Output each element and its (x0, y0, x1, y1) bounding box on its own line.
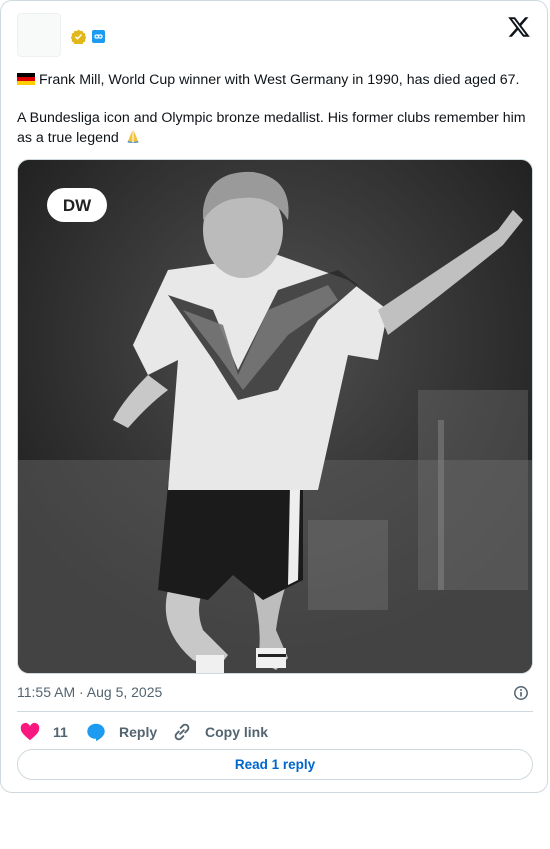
divider (17, 711, 533, 712)
read-replies-button[interactable]: Read 1 reply (17, 749, 533, 780)
reply-label: Reply (119, 724, 158, 740)
tweet-photo[interactable]: DW (17, 159, 533, 674)
timestamp[interactable]: 11:55 AM · Aug 5, 2025 (17, 684, 162, 700)
avatar[interactable] (17, 13, 61, 57)
copy-link-label: Copy link (205, 724, 269, 740)
reply-button[interactable]: Reply (85, 717, 157, 747)
tweet-actions: 11 Reply Copy link (17, 717, 533, 747)
like-count: 11 (53, 724, 68, 740)
german-flag-icon (17, 73, 35, 85)
copy-link-button[interactable]: Copy link (171, 717, 268, 747)
link-icon (174, 723, 190, 741)
tweet-text-line1: Frank Mill, World Cup winner with West G… (39, 72, 520, 88)
reply-bubble-icon (87, 723, 105, 742)
dw-logo: DW (47, 188, 107, 222)
tweet-header (17, 13, 531, 61)
tweet-meta: 11:55 AM · Aug 5, 2025 (17, 684, 533, 702)
photo-footballer: DW (18, 160, 532, 673)
like-button[interactable]: 11 (19, 717, 68, 747)
tweet-text-line2: A Bundesliga icon and Olympic bronze med… (17, 110, 526, 146)
folded-hands-icon (125, 128, 141, 148)
verified-badge-icon (71, 29, 86, 44)
tweet-card: Frank Mill, World Cup winner with West G… (0, 0, 548, 793)
tweet-text: Frank Mill, World Cup winner with West G… (17, 71, 527, 148)
affiliate-badge-icon (92, 30, 105, 43)
heart-icon (20, 722, 40, 741)
x-logo-icon[interactable] (507, 15, 531, 39)
info-icon[interactable] (513, 685, 529, 701)
svg-text:DW: DW (63, 196, 92, 215)
